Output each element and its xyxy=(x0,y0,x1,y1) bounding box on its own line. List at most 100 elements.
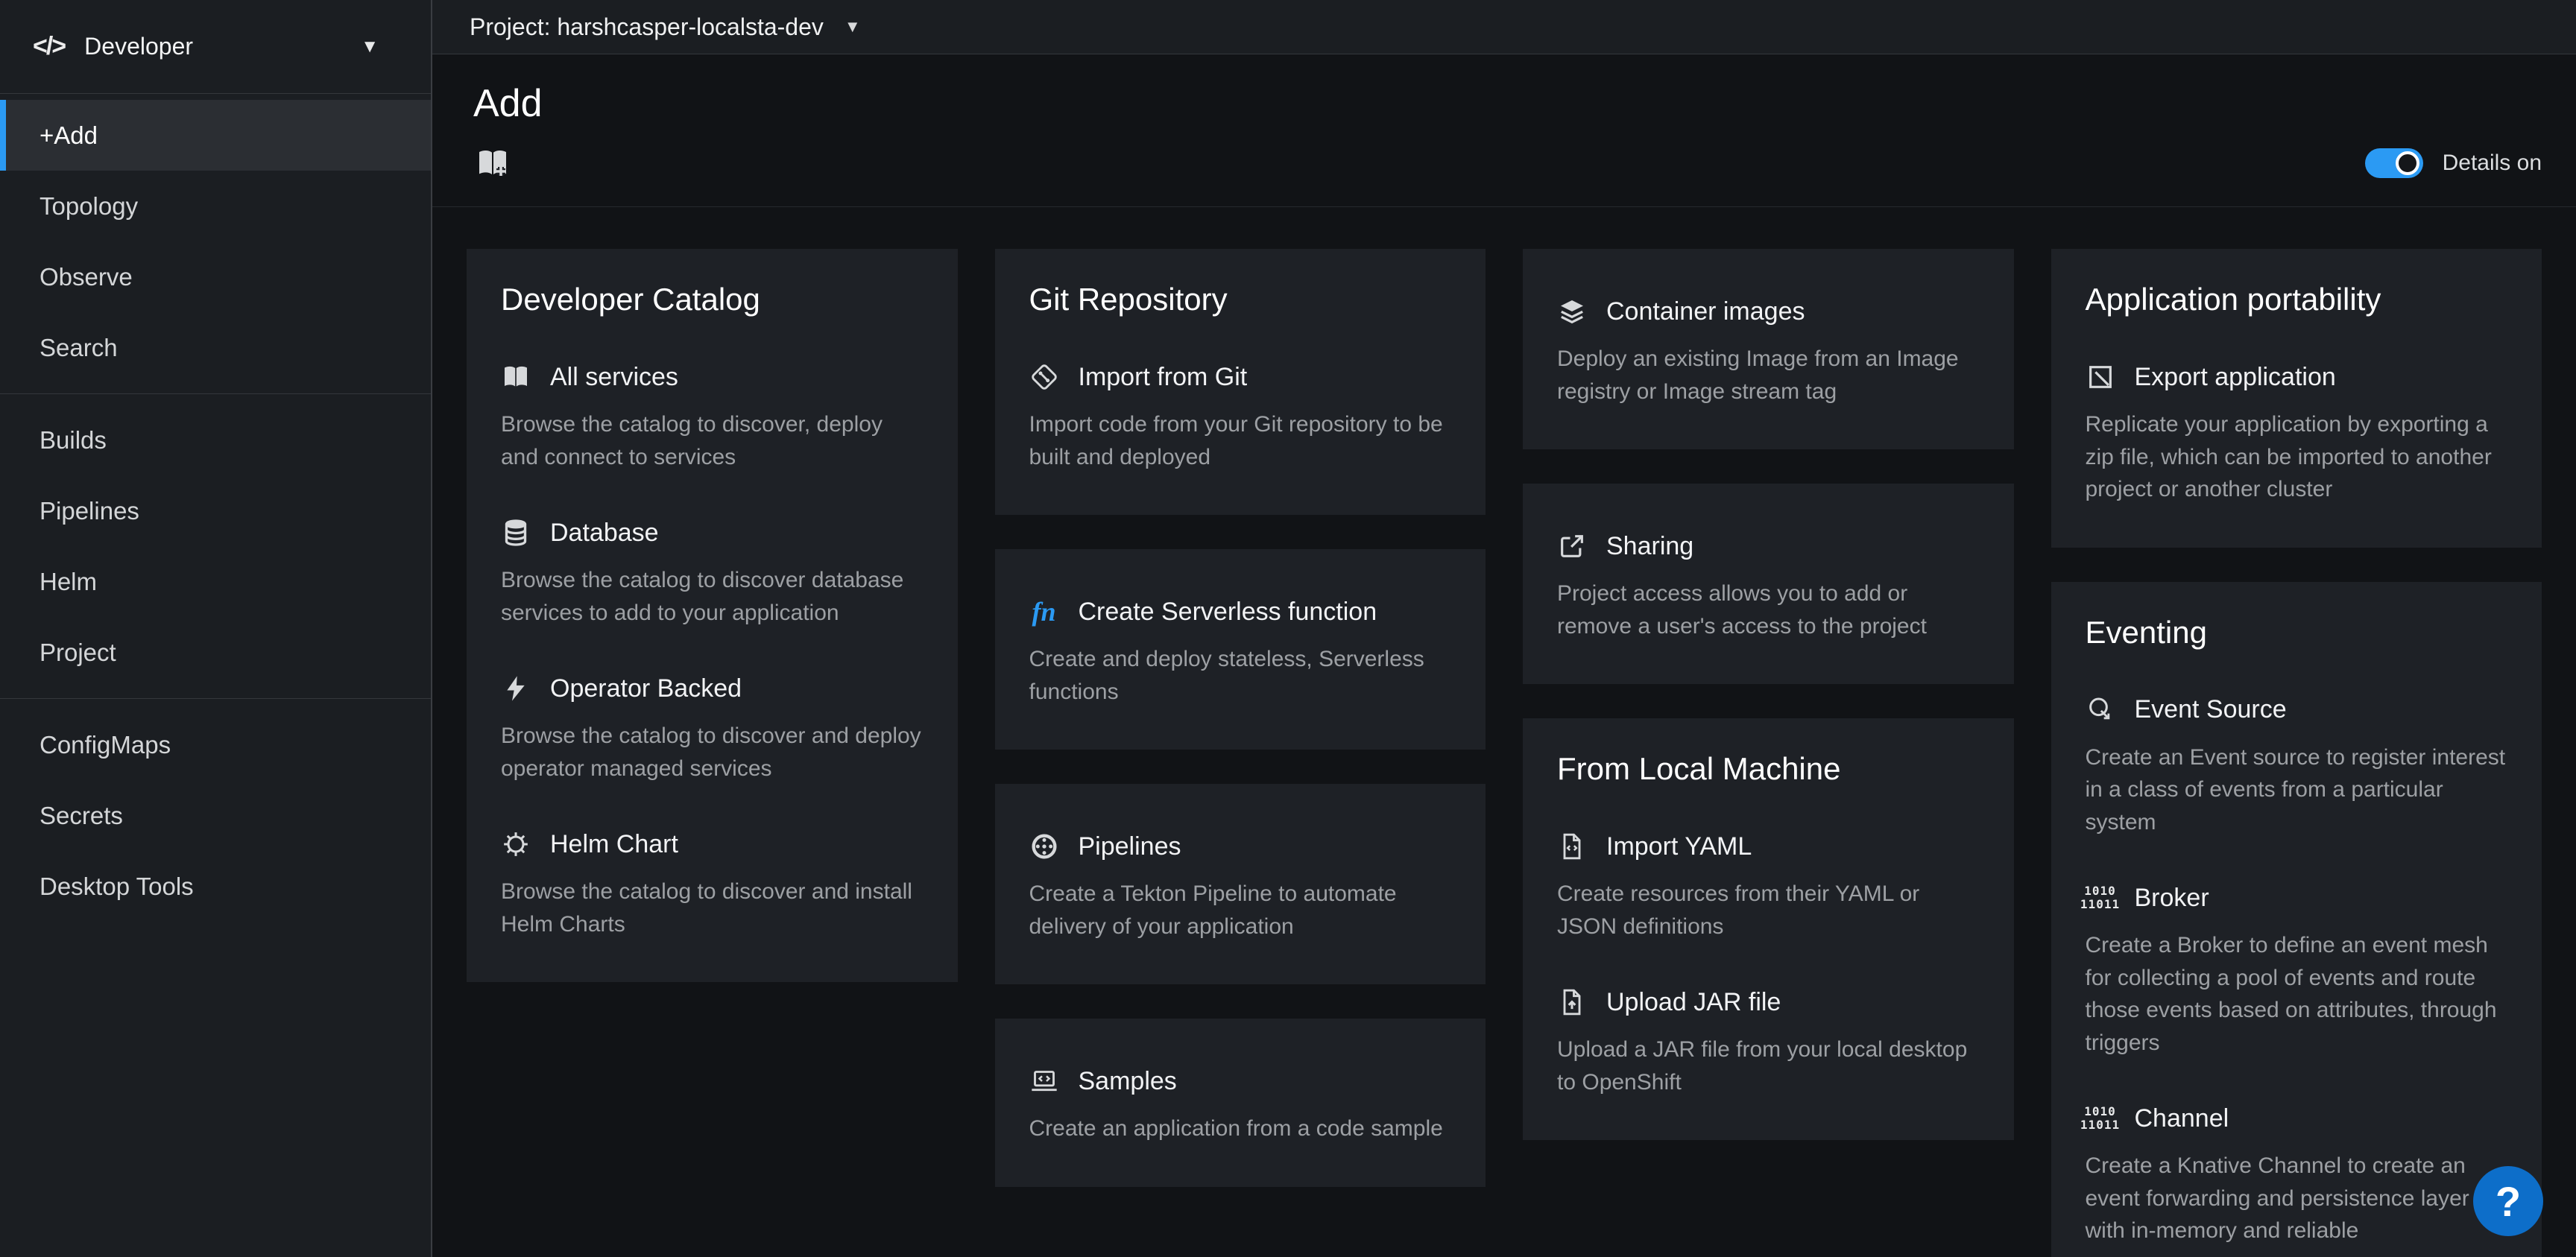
card-title: Eventing xyxy=(2086,615,2508,650)
laptop-code-icon xyxy=(1029,1066,1059,1096)
nav-divider xyxy=(0,698,431,699)
bolt-icon xyxy=(501,674,531,703)
sidebar-item-project[interactable]: Project xyxy=(0,617,431,688)
pipelines-link[interactable]: Pipelines xyxy=(1029,832,1452,861)
help-button[interactable]: ? xyxy=(2473,1166,2543,1236)
database-icon xyxy=(501,518,531,548)
catalog-grid: Developer Catalog All services Browse th… xyxy=(467,249,2542,1257)
sidebar-item-builds[interactable]: Builds xyxy=(0,405,431,475)
channel-item: 1010 11011 Channel Create a Knative Chan… xyxy=(2086,1104,2508,1247)
all-services-item: All services Browse the catalog to disco… xyxy=(501,362,924,473)
from-local-machine-card: From Local Machine I xyxy=(1523,718,2014,1140)
container-images-card: Container images Deploy an existing Imag… xyxy=(1523,249,2014,449)
sidebar-item-pipelines[interactable]: Pipelines xyxy=(0,475,431,546)
guided-tour-book-plus-icon[interactable] xyxy=(473,145,512,181)
broker-item: 1010 11011 Broker Create a Broker to def… xyxy=(2086,883,2508,1059)
operator-backed-item: Operator Backed Browse the catalog to di… xyxy=(501,674,924,785)
container-images-item: Container images Deploy an existing Imag… xyxy=(1557,297,1980,408)
page-header: Add Details on xyxy=(432,54,2576,207)
sidebar: </> Developer ▼ +Add Topology Observe Se… xyxy=(0,0,432,1257)
project-toolbar: Project: harshcasper-localsta-dev ▼ xyxy=(432,0,2576,54)
create-serverless-function-item: fn Create Serverless function Create and… xyxy=(1029,597,1452,708)
perspective-label: Developer xyxy=(84,33,193,60)
helm-chart-item: Helm Chart Browse the catalog to discove… xyxy=(501,829,924,940)
helm-wheel-icon xyxy=(501,829,531,859)
export-application-item: Export application Replicate your applic… xyxy=(2086,362,2508,506)
upload-jar-file-item: Upload JAR file Upload a JAR file from y… xyxy=(1557,987,1980,1098)
sidebar-item-topology[interactable]: Topology xyxy=(0,171,431,241)
create-serverless-function-link[interactable]: fn Create Serverless function xyxy=(1029,597,1452,627)
event-source-icon xyxy=(2086,695,2115,725)
sharing-item: Sharing Project access allows you to add… xyxy=(1557,531,1980,642)
developer-catalog-card: Developer Catalog All services Browse th… xyxy=(467,249,958,982)
page-title: Add xyxy=(473,81,2542,126)
event-source-item: Event Source Create an Event source to r… xyxy=(2086,695,2508,839)
code-icon: </> xyxy=(33,32,65,61)
database-item: Database Browse the catalog to discover … xyxy=(501,518,924,629)
details-toggle[interactable] xyxy=(2365,148,2423,178)
sidebar-item-helm[interactable]: Helm xyxy=(0,546,431,617)
export-application-link[interactable]: Export application xyxy=(2086,362,2508,392)
add-page-content: Developer Catalog All services Browse th… xyxy=(432,207,2576,1257)
import-from-git-item: Import from Git Import code from your Gi… xyxy=(1029,362,1452,473)
details-toggle-label: Details on xyxy=(2443,151,2542,176)
sharing-link[interactable]: Sharing xyxy=(1557,531,1980,561)
import-yaml-item: Import YAML Create resources from their … xyxy=(1557,832,1980,943)
nav-divider xyxy=(0,393,431,394)
card-title: Developer Catalog xyxy=(501,282,924,317)
perspective-switcher[interactable]: </> Developer ▼ xyxy=(0,0,431,94)
catalog-column-4: Application portability Export applicati… xyxy=(2051,249,2542,1257)
tekton-pipelines-icon xyxy=(1029,832,1059,861)
helm-chart-link[interactable]: Helm Chart xyxy=(501,829,924,859)
channel-link[interactable]: 1010 11011 Channel xyxy=(2086,1104,2508,1133)
broker-link[interactable]: 1010 11011 Broker xyxy=(2086,883,2508,913)
toggle-knob xyxy=(2396,151,2419,175)
file-upload-icon xyxy=(1557,987,1587,1017)
file-code-icon xyxy=(1557,832,1587,861)
sidebar-item-desktop-tools[interactable]: Desktop Tools xyxy=(0,851,431,922)
application-portability-card: Application portability Export applicati… xyxy=(2051,249,2542,548)
eventing-card: Eventing Event Source xyxy=(2051,582,2542,1257)
serverless-function-card: fn Create Serverless function Create and… xyxy=(995,549,1486,750)
sharing-card: Sharing Project access allows you to add… xyxy=(1523,484,2014,684)
container-images-link[interactable]: Container images xyxy=(1557,297,1980,326)
book-open-icon xyxy=(501,362,531,392)
serverless-fn-icon: fn xyxy=(1029,597,1059,627)
project-selector-label: Project: harshcasper-localsta-dev xyxy=(470,13,824,41)
pipelines-card: Pipelines Create a Tekton Pipeline to au… xyxy=(995,784,1486,984)
share-icon xyxy=(1557,531,1587,561)
card-title: From Local Machine xyxy=(1557,751,1980,787)
sidebar-item-secrets[interactable]: Secrets xyxy=(0,780,431,851)
samples-link[interactable]: Samples xyxy=(1029,1066,1452,1096)
main-area: Project: harshcasper-localsta-dev ▼ Add xyxy=(432,0,2576,1257)
export-icon xyxy=(2086,362,2115,392)
sidebar-item-configmaps[interactable]: ConfigMaps xyxy=(0,709,431,780)
sidebar-nav: +Add Topology Observe Search Builds Pipe… xyxy=(0,94,431,922)
binary-icon: 1010 11011 xyxy=(2086,883,2115,913)
all-services-link[interactable]: All services xyxy=(501,362,924,392)
pipelines-item: Pipelines Create a Tekton Pipeline to au… xyxy=(1029,832,1452,943)
import-yaml-link[interactable]: Import YAML xyxy=(1557,832,1980,861)
event-source-link[interactable]: Event Source xyxy=(2086,695,2508,725)
chevron-down-icon: ▼ xyxy=(361,37,379,57)
openshift-console: </> Developer ▼ +Add Topology Observe Se… xyxy=(0,0,2576,1257)
sidebar-item-observe[interactable]: Observe xyxy=(0,241,431,312)
database-link[interactable]: Database xyxy=(501,518,924,548)
layers-icon xyxy=(1557,297,1587,326)
project-selector[interactable]: Project: harshcasper-localsta-dev ▼ xyxy=(470,13,861,41)
catalog-column-1: Developer Catalog All services Browse th… xyxy=(467,249,958,982)
sidebar-item-add[interactable]: +Add xyxy=(0,100,431,171)
sidebar-item-search[interactable]: Search xyxy=(0,312,431,383)
binary-icon: 1010 11011 xyxy=(2086,1104,2115,1133)
chevron-down-icon: ▼ xyxy=(845,17,861,37)
operator-backed-link[interactable]: Operator Backed xyxy=(501,674,924,703)
git-icon xyxy=(1029,362,1059,392)
upload-jar-file-link[interactable]: Upload JAR file xyxy=(1557,987,1980,1017)
catalog-column-2: Git Repository xyxy=(995,249,1486,1187)
catalog-column-3: Container images Deploy an existing Imag… xyxy=(1523,249,2014,1140)
card-title: Git Repository xyxy=(1029,282,1452,317)
import-from-git-link[interactable]: Import from Git xyxy=(1029,362,1452,392)
card-title: Application portability xyxy=(2086,282,2508,317)
samples-card: Samples Create an application from a cod… xyxy=(995,1019,1486,1187)
samples-item: Samples Create an application from a cod… xyxy=(1029,1066,1452,1145)
